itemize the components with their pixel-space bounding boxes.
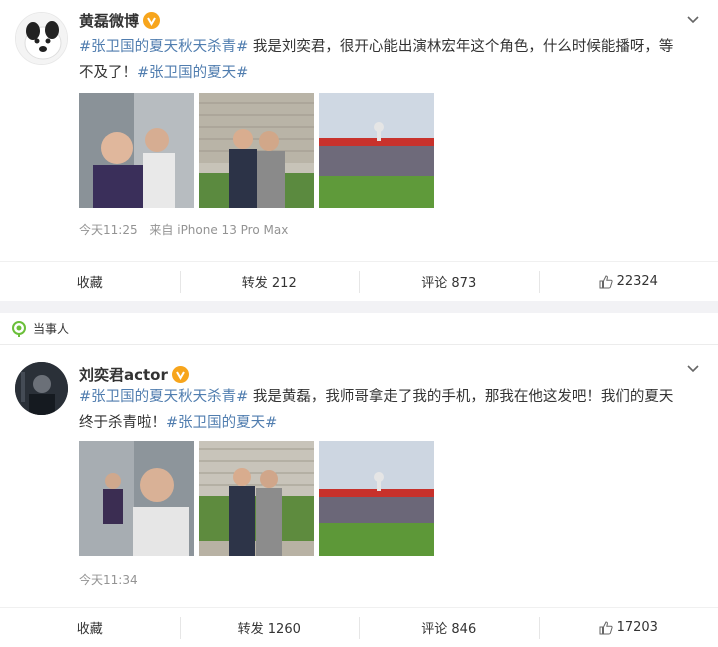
post-time[interactable]: 今天11:25 [79, 223, 138, 237]
comment-label: 评论 873 [421, 276, 477, 291]
hashtag-link[interactable]: #张卫国的夏天# [166, 415, 277, 431]
author-avatar[interactable] [15, 362, 68, 415]
party-label: 当事人 [33, 322, 70, 336]
comment-button[interactable]: 评论 846 [359, 616, 539, 640]
comment-button[interactable]: 评论 873 [359, 270, 539, 294]
author-name[interactable]: 刘奕君actor [79, 364, 168, 385]
party-strip: 当事人 [0, 313, 718, 345]
chevron-down-icon[interactable] [685, 361, 701, 377]
weibo-post-1: 黄磊微博 #张卫国的夏天秋天杀青# 我是刘奕君，很开心能出演林宏年这个角色，什么… [0, 0, 718, 301]
verified-badge-icon [171, 366, 189, 383]
photo-thumbnail[interactable] [319, 441, 434, 556]
post-text: #张卫国的夏天秋天杀青# 我是刘奕君，很开心能出演林宏年这个角色，什么时候能播呀… [79, 34, 679, 86]
photo-thumbnail[interactable] [199, 93, 314, 208]
post-text: #张卫国的夏天秋天杀青# 我是黄磊，我师哥拿走了我的手机，那我在他这发吧！我们的… [79, 384, 679, 436]
image-grid [79, 441, 434, 556]
like-count: 22324 [616, 274, 658, 289]
photo-thumbnail[interactable] [199, 441, 314, 556]
chevron-down-icon[interactable] [685, 12, 701, 28]
repost-label: 转发 1260 [237, 622, 301, 637]
repost-label: 转发 212 [241, 276, 297, 291]
photo-thumbnail[interactable] [79, 441, 194, 556]
author-avatar[interactable] [15, 12, 68, 65]
collect-label: 收藏 [76, 276, 103, 291]
like-thumb-icon [599, 274, 613, 289]
author-row: 刘奕君actor [79, 364, 189, 385]
comment-label: 评论 846 [421, 622, 477, 637]
feed-gap [0, 301, 718, 313]
like-thumb-icon [599, 620, 613, 635]
verified-badge-icon [143, 12, 161, 29]
image-grid [79, 93, 434, 208]
like-button[interactable]: 17203 [538, 616, 718, 640]
post-meta: 今天11:34 [79, 571, 138, 588]
hashtag-link[interactable]: #张卫国的夏天秋天杀青# [79, 39, 248, 55]
repost-button[interactable]: 转发 1260 [179, 616, 360, 640]
post-time[interactable]: 今天11:34 [79, 573, 138, 587]
action-bar: 收藏 转发 212 评论 873 22324 [0, 261, 718, 301]
photo-thumbnail[interactable] [319, 93, 434, 208]
collect-button[interactable]: 收藏 [0, 616, 180, 640]
party-leaf-icon [11, 320, 27, 337]
post-meta: 今天11:25 来自 iPhone 13 Pro Max [79, 221, 288, 238]
author-row: 黄磊微博 [79, 10, 161, 31]
hashtag-link[interactable]: #张卫国的夏天秋天杀青# [79, 389, 248, 405]
photo-thumbnail[interactable] [79, 93, 194, 208]
collect-label: 收藏 [76, 622, 103, 637]
repost-button[interactable]: 转发 212 [179, 270, 360, 294]
author-name[interactable]: 黄磊微博 [79, 10, 139, 31]
weibo-post-2: 刘奕君actor #张卫国的夏天秋天杀青# 我是黄磊，我师哥拿走了我的手机，那我… [0, 345, 718, 647]
action-bar: 收藏 转发 1260 评论 846 17203 [0, 607, 718, 647]
post-source: 来自 iPhone 13 Pro Max [149, 223, 289, 237]
like-button[interactable]: 22324 [538, 270, 718, 294]
hashtag-link[interactable]: #张卫国的夏天# [137, 65, 248, 81]
collect-button[interactable]: 收藏 [0, 270, 180, 294]
like-count: 17203 [616, 620, 658, 635]
